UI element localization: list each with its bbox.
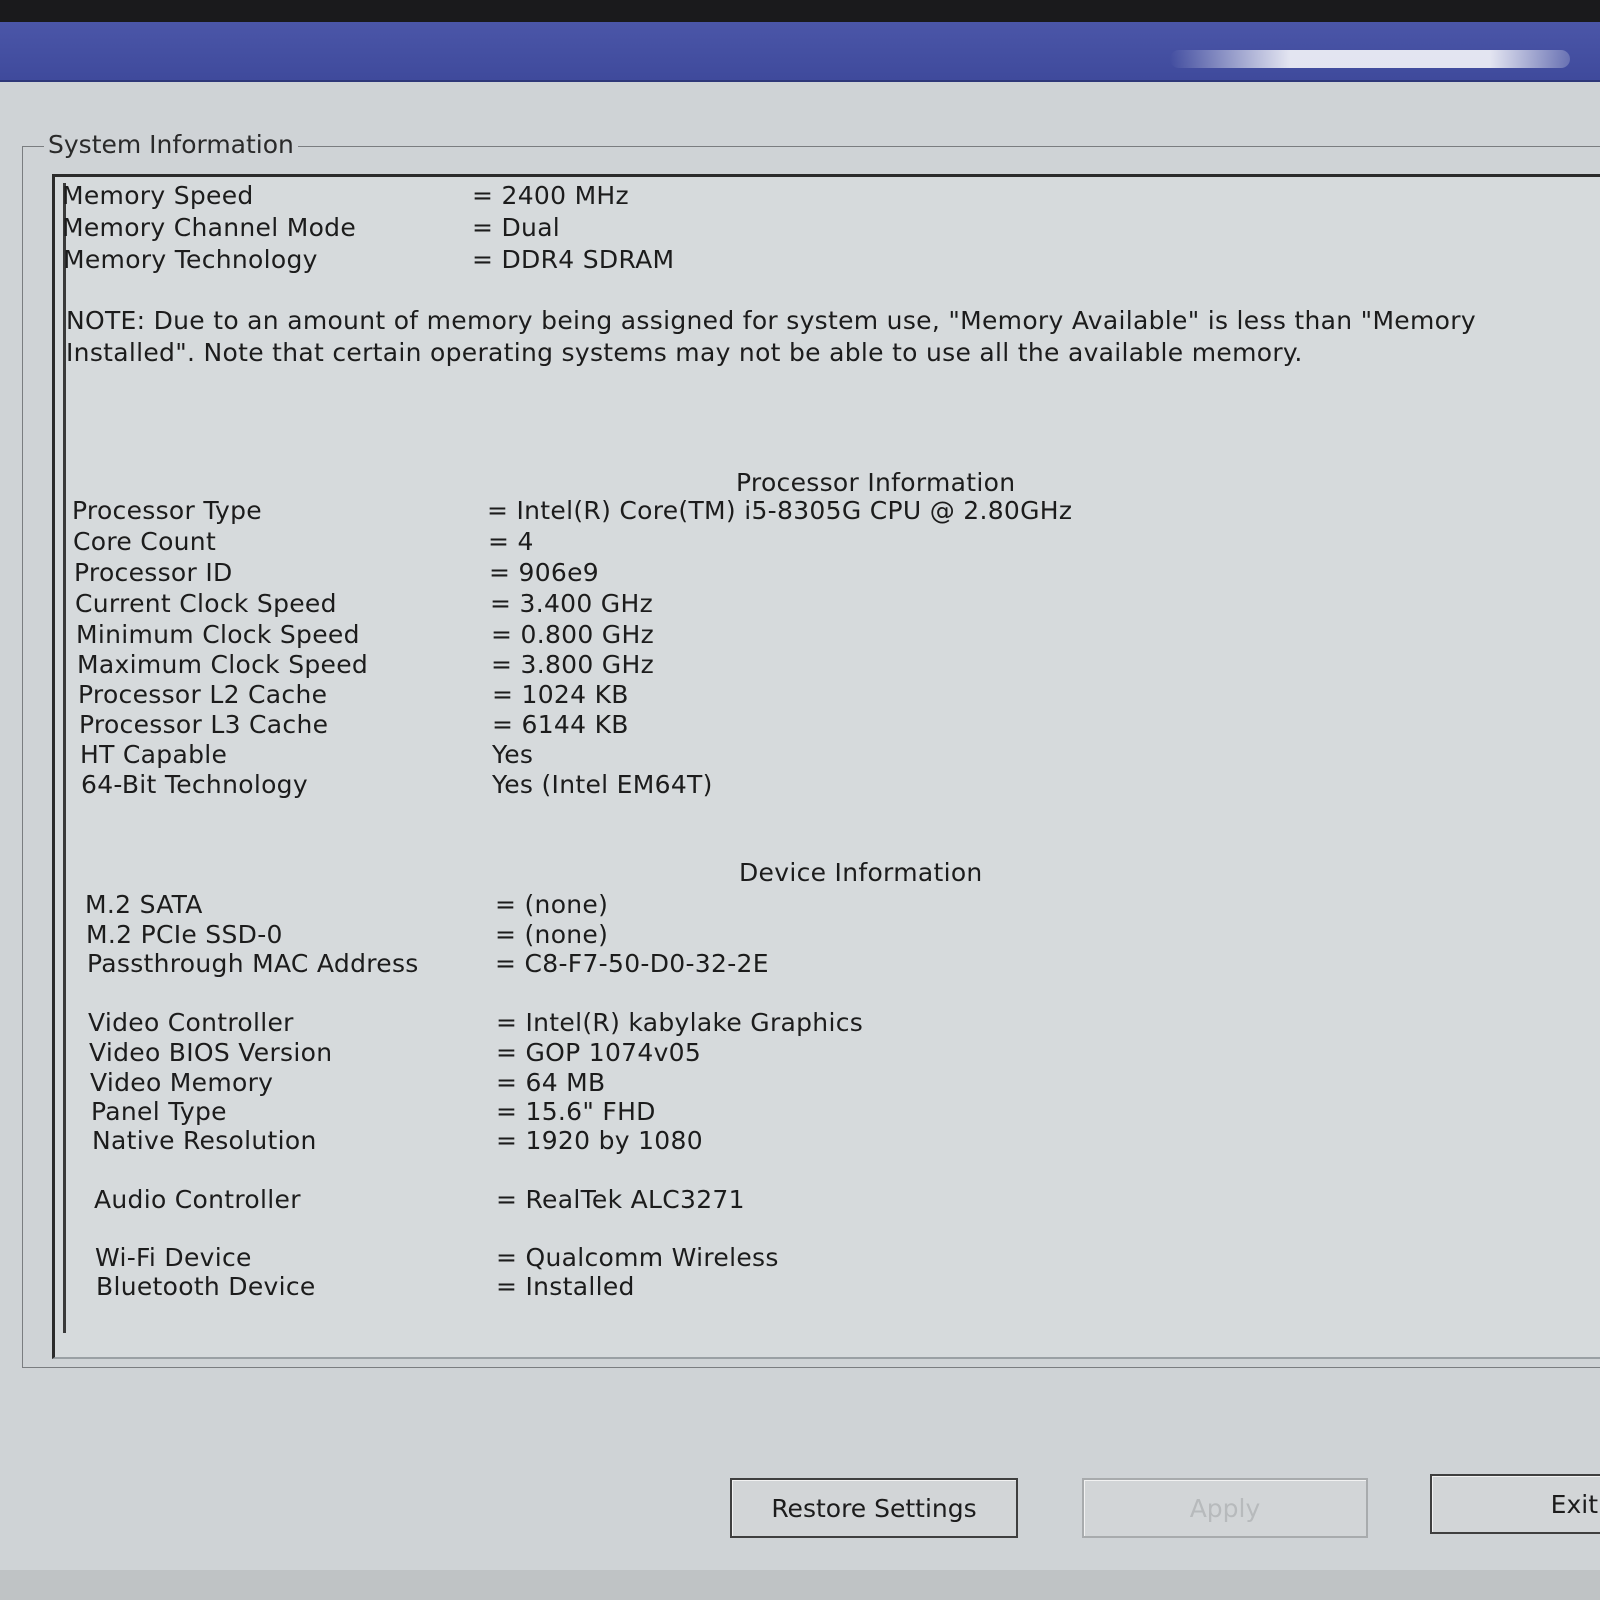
exit-button-label: Exit xyxy=(1550,1489,1598,1519)
apply-button[interactable]: Apply xyxy=(1082,1478,1368,1538)
row-label: Processor L3 Cache xyxy=(79,710,329,739)
row-label: Audio Controller xyxy=(94,1185,301,1214)
row-label: Panel Type xyxy=(91,1097,227,1126)
screen-bezel-bottom xyxy=(0,1570,1600,1600)
row-label: Minimum Clock Speed xyxy=(76,620,360,649)
row-label: Wi-Fi Device xyxy=(95,1243,252,1272)
row-label: Video Controller xyxy=(88,1008,294,1037)
row-label: M.2 SATA xyxy=(85,890,203,919)
row-value: = 64 MB xyxy=(496,1068,606,1097)
memory-note: NOTE: Due to an amount of memory being a… xyxy=(66,306,1476,367)
exit-button[interactable]: Exit xyxy=(1430,1474,1600,1534)
processor-section-title: Processor Information xyxy=(736,468,1016,497)
row-label: M.2 PCIe SSD-0 xyxy=(86,920,283,949)
row-value: = GOP 1074v05 xyxy=(496,1038,702,1067)
row-value: = 1920 by 1080 xyxy=(496,1126,703,1155)
title-bar xyxy=(0,22,1600,82)
row-label: 64-Bit Technology xyxy=(81,770,308,799)
row-value: Yes xyxy=(492,740,534,769)
row-label: Video BIOS Version xyxy=(89,1038,333,1067)
memory-speed-label: Memory Speed xyxy=(62,181,254,210)
row-label: Processor L2 Cache xyxy=(78,680,328,709)
row-label: Native Resolution xyxy=(92,1126,317,1155)
row-value: = Intel(R) kabylake Graphics xyxy=(496,1008,864,1037)
row-value: = 3.800 GHz xyxy=(491,650,655,679)
row-value: Yes (Intel EM64T) xyxy=(492,770,713,799)
row-value: = 3.400 GHz xyxy=(490,589,654,618)
row-value: = Qualcomm Wireless xyxy=(496,1243,779,1272)
device-section-title: Device Information xyxy=(739,858,983,887)
screen-bezel-top xyxy=(0,0,1600,22)
title-bar-glare xyxy=(1170,50,1570,68)
row-label: Maximum Clock Speed xyxy=(77,650,369,679)
row-label: HT Capable xyxy=(80,740,228,769)
row-label: Processor ID xyxy=(74,558,233,587)
row-value: = RealTek ALC3271 xyxy=(496,1185,745,1214)
memory-technology-label: Memory Technology xyxy=(63,245,318,274)
row-label: Video Memory xyxy=(90,1068,274,1097)
row-value: = (none) xyxy=(495,890,609,919)
memory-channel-label: Memory Channel Mode xyxy=(62,213,357,242)
row-label: Passthrough MAC Address xyxy=(87,949,419,978)
row-value: = (none) xyxy=(495,920,609,949)
row-value: = 906e9 xyxy=(489,558,599,587)
row-value: = C8-F7-50-D0-32-2E xyxy=(495,949,769,978)
row-value: = Intel(R) Core(TM) i5-8305G CPU @ 2.80G… xyxy=(487,496,1073,525)
restore-settings-button[interactable]: Restore Settings xyxy=(730,1478,1018,1538)
row-label: Bluetooth Device xyxy=(96,1272,316,1301)
memory-channel-value: = Dual xyxy=(472,213,561,242)
row-value: = 4 xyxy=(488,527,534,556)
memory-speed-value: = 2400 MHz xyxy=(472,181,629,210)
row-label: Processor Type xyxy=(72,496,262,525)
memory-technology-value: = DDR4 SDRAM xyxy=(472,245,675,274)
row-value: = 15.6" FHD xyxy=(496,1097,656,1126)
row-value: = 6144 KB xyxy=(492,710,629,739)
groupbox-title: System Information xyxy=(44,130,298,159)
row-label: Current Clock Speed xyxy=(75,589,337,618)
row-value: = 1024 KB xyxy=(492,680,629,709)
row-label: Core Count xyxy=(73,527,217,556)
row-value: = Installed xyxy=(496,1272,635,1301)
row-value: = 0.800 GHz xyxy=(491,620,655,649)
